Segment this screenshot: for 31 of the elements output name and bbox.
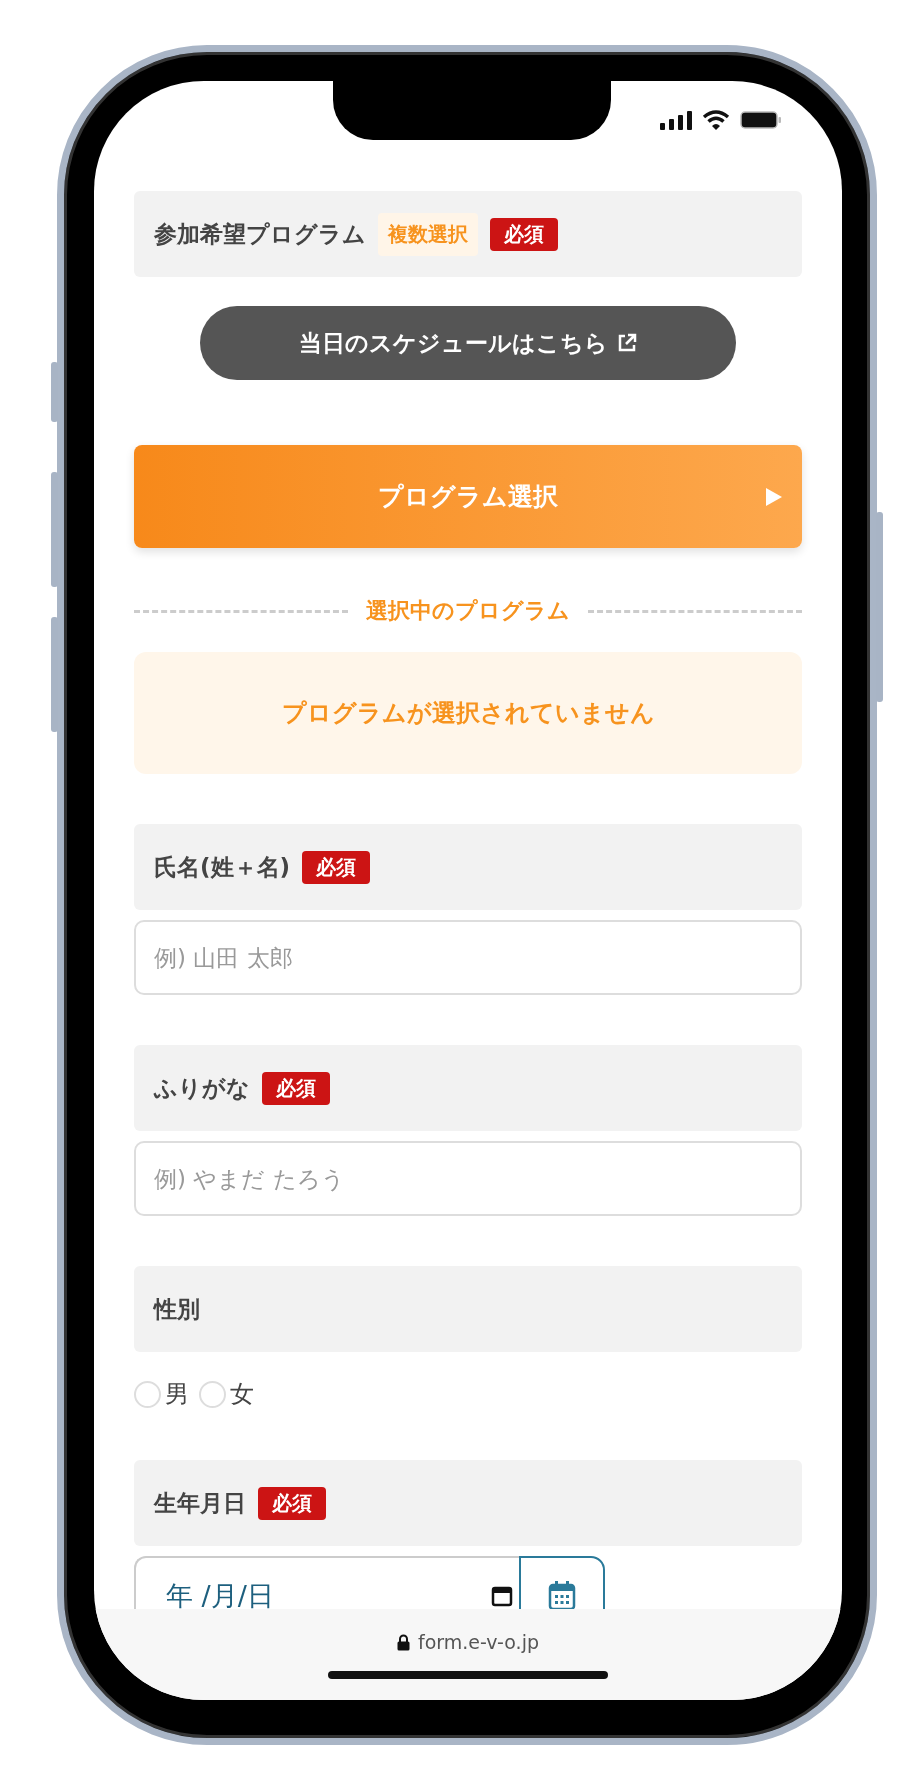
- input-field[interactable]: 例) 山田 太郎: [134, 920, 802, 995]
- calendar-icon: [491, 1585, 513, 1607]
- required-badge: 必須: [302, 850, 371, 884]
- side-button[interactable]: [51, 472, 58, 587]
- input-field[interactable]: 例) やまだ たろう: [134, 1141, 802, 1216]
- required-badge: 必須: [490, 217, 558, 251]
- field-label: 参加希望プログラム: [154, 219, 366, 249]
- required-badge: 必須: [262, 1071, 330, 1105]
- radio-button[interactable]: [134, 1380, 161, 1408]
- wifi-icon: [702, 110, 730, 130]
- side-button[interactable]: [51, 617, 58, 732]
- multi-select-badge: 複数選択: [378, 212, 478, 256]
- field-label: ふりがな: [154, 1073, 250, 1103]
- signal-icon: [660, 110, 692, 130]
- lock-icon: [397, 1633, 410, 1651]
- field-label: 生年月日: [154, 1488, 246, 1518]
- empty-message: プログラムが選択されていません: [281, 698, 655, 729]
- radio-label: 女: [230, 1379, 254, 1410]
- battery-icon: [740, 110, 782, 130]
- radio-label: 男: [165, 1379, 189, 1410]
- field-label: 性別: [154, 1294, 200, 1324]
- divider-label: 選択中のプログラム: [366, 597, 570, 625]
- side-button[interactable]: [876, 512, 883, 702]
- calendar-icon: [547, 1580, 577, 1609]
- side-button[interactable]: [51, 362, 58, 422]
- url-text[interactable]: form.e-v-o.jp: [418, 1631, 539, 1653]
- radio-button[interactable]: [199, 1380, 226, 1408]
- required-badge: 必須: [258, 1486, 326, 1520]
- play-arrow-icon: [766, 488, 782, 506]
- field-label: 氏名(姓＋名): [154, 852, 291, 882]
- schedule-link-button[interactable]: 当日のスケジュールはこちら: [200, 306, 736, 380]
